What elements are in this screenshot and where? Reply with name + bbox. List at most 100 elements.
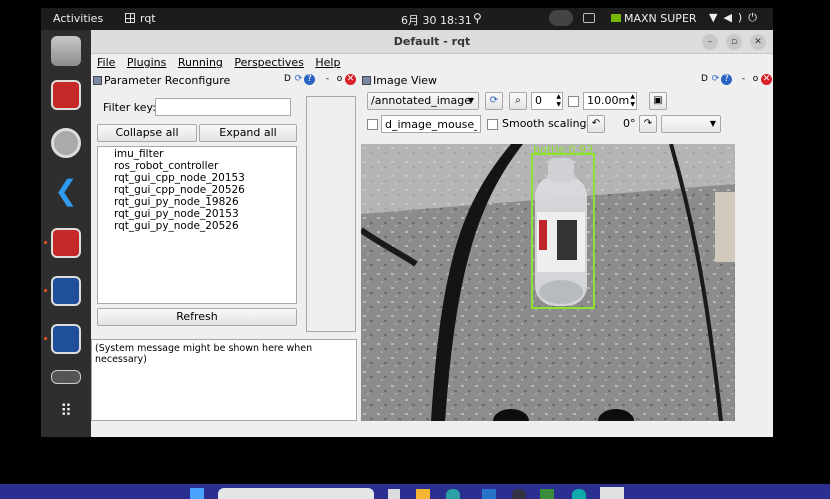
rqt-icon[interactable] bbox=[51, 80, 81, 110]
settings-icon[interactable] bbox=[51, 128, 81, 158]
app-menu-label: rqt bbox=[140, 12, 156, 25]
time-value: 10.00m bbox=[587, 94, 630, 107]
window-titlebar[interactable]: Default - rqt – ▫ ✕ bbox=[91, 30, 773, 54]
menu-plugins[interactable]: Plugins bbox=[127, 56, 166, 69]
list-item[interactable]: rqt_gui_py_node_20153 bbox=[98, 208, 296, 220]
smooth-scaling-checkbox[interactable] bbox=[487, 119, 498, 130]
list-item[interactable]: rqt_gui_py_node_20526 bbox=[98, 220, 296, 232]
menu-bar: File Plugins Running Perspectives Help bbox=[91, 54, 773, 74]
image-pane-header: Image View D ⟳ ? - o ✕ bbox=[361, 74, 773, 88]
app-icon[interactable] bbox=[512, 489, 526, 499]
running-indicator bbox=[44, 337, 47, 340]
windows-start-icon[interactable] bbox=[190, 488, 204, 499]
reload-icon[interactable]: ⟳ bbox=[293, 74, 304, 85]
clock[interactable]: 6月 30 18:31 bbox=[401, 12, 472, 28]
zoom-value: 0 bbox=[535, 94, 542, 107]
app-icon[interactable] bbox=[572, 489, 586, 499]
list-item[interactable]: rqt_gui_cpp_node_20153 bbox=[98, 172, 296, 184]
dock-toggle-icon[interactable]: D bbox=[699, 74, 710, 85]
app-icon-active[interactable] bbox=[600, 487, 624, 499]
dock-toggle-icon[interactable]: D bbox=[282, 74, 293, 85]
expand-all-button[interactable]: Expand all bbox=[199, 124, 297, 142]
refresh-topics-button[interactable]: ⟳ bbox=[485, 92, 503, 110]
plugin-icon bbox=[93, 76, 102, 85]
app-icon-1[interactable] bbox=[51, 276, 81, 306]
publish-click-checkbox[interactable] bbox=[367, 119, 378, 130]
desktop: Activities rqt 6月 30 18:31 ⚲ MAXN SUPER … bbox=[0, 0, 830, 499]
search-input[interactable] bbox=[218, 488, 374, 499]
list-item[interactable]: ros_robot_controller bbox=[98, 160, 296, 172]
edge-icon[interactable] bbox=[446, 489, 460, 499]
help-icon[interactable]: ? bbox=[304, 74, 315, 85]
time-checkbox[interactable] bbox=[568, 96, 579, 107]
file-explorer-icon[interactable] bbox=[416, 489, 430, 499]
minimize-button[interactable]: – bbox=[702, 34, 718, 50]
minimize-pane-icon[interactable]: - bbox=[322, 74, 333, 85]
reload-icon[interactable]: ⟳ bbox=[710, 74, 721, 85]
color-scheme-select[interactable]: ▼ bbox=[661, 115, 721, 133]
dock: ❮ ⠿ bbox=[41, 30, 91, 437]
help-icon[interactable]: ? bbox=[721, 74, 732, 85]
list-item[interactable]: imu_filter bbox=[98, 148, 296, 160]
menu-file[interactable]: File bbox=[97, 56, 115, 69]
gnome-top-bar: Activities rqt 6月 30 18:31 ⚲ MAXN SUPER … bbox=[41, 8, 773, 30]
system-message-box: (System message might be shown here when… bbox=[91, 339, 357, 421]
menu-perspectives[interactable]: Perspectives bbox=[234, 56, 303, 69]
camera-image[interactable]: bottle 0.93 bbox=[361, 144, 735, 421]
mouse-topic-input[interactable] bbox=[381, 115, 481, 133]
time-spinbox[interactable]: 10.00m ▲ ▼ bbox=[583, 92, 637, 110]
rotation-value: 0° bbox=[623, 117, 636, 130]
node-list[interactable]: imu_filter ros_robot_controller rqt_gui_… bbox=[97, 146, 297, 304]
detection-label: bottle 0.93 bbox=[533, 144, 593, 156]
maximize-button[interactable]: ▫ bbox=[726, 34, 742, 50]
app-icon[interactable] bbox=[540, 489, 554, 499]
filter-key-input[interactable] bbox=[155, 98, 291, 116]
nvidia-power-mode[interactable]: MAXN SUPER bbox=[611, 12, 697, 25]
input-method-icon[interactable] bbox=[549, 10, 573, 26]
close-pane-icon[interactable]: ✕ bbox=[345, 74, 356, 85]
spin-arrows-icon[interactable]: ▲ ▼ bbox=[630, 93, 635, 109]
vscode-icon[interactable]: ❮ bbox=[51, 176, 81, 206]
menu-help[interactable]: Help bbox=[315, 56, 340, 69]
system-tray-icons[interactable]: ▼◀)⏻ bbox=[709, 11, 763, 25]
app-icon[interactable] bbox=[482, 489, 496, 499]
bottle bbox=[535, 158, 587, 306]
host-taskbar bbox=[0, 484, 830, 499]
taskview-icon[interactable] bbox=[388, 489, 400, 499]
float-pane-icon[interactable]: o bbox=[334, 74, 345, 85]
close-pane-icon[interactable]: ✕ bbox=[761, 74, 772, 85]
app-menu[interactable]: rqt bbox=[125, 12, 156, 25]
activities-button[interactable]: Activities bbox=[53, 12, 103, 25]
filter-key-label: Filter key: bbox=[103, 101, 156, 114]
rotate-left-button[interactable]: ↶ bbox=[587, 115, 605, 133]
save-image-button[interactable]: ▣ bbox=[649, 92, 667, 110]
files-icon[interactable] bbox=[51, 36, 81, 66]
chevron-down-icon: ▼ bbox=[467, 96, 474, 105]
parameter-reconfigure-pane: Parameter Reconfigure D ⟳ ? - o ✕ Filter… bbox=[91, 74, 357, 437]
float-pane-icon[interactable]: o bbox=[750, 74, 761, 85]
zoom-icon[interactable]: ⌕ bbox=[509, 92, 527, 110]
pin-icon[interactable]: ⚲ bbox=[473, 11, 482, 25]
rotate-right-button[interactable]: ↷ bbox=[639, 115, 657, 133]
topic-select[interactable]: /annotated_image ▼ bbox=[367, 92, 479, 110]
running-indicator bbox=[44, 289, 47, 292]
list-item[interactable]: rqt_gui_cpp_node_20526 bbox=[98, 184, 296, 196]
spin-arrows-icon[interactable]: ▲ ▼ bbox=[556, 93, 561, 109]
power-mode-label: MAXN SUPER bbox=[624, 12, 697, 25]
nvidia-logo-icon bbox=[611, 14, 621, 22]
app-icon-2[interactable] bbox=[51, 324, 81, 354]
show-apps-icon[interactable]: ⠿ bbox=[51, 396, 81, 426]
menu-running[interactable]: Running bbox=[178, 56, 223, 69]
list-item[interactable]: rqt_gui_py_node_19826 bbox=[98, 196, 296, 208]
image-pane-title: Image View bbox=[373, 74, 438, 87]
screen-icon[interactable] bbox=[583, 13, 595, 23]
refresh-button[interactable]: Refresh bbox=[97, 308, 297, 326]
param-pane-header: Parameter Reconfigure D ⟳ ? - o ✕ bbox=[91, 74, 357, 88]
collapse-all-button[interactable]: Collapse all bbox=[97, 124, 197, 142]
rqt-running-icon[interactable] bbox=[51, 228, 81, 258]
terminal-icon[interactable] bbox=[51, 370, 81, 384]
camera-scene: bottle 0.93 bbox=[361, 144, 735, 421]
minimize-pane-icon[interactable]: - bbox=[738, 74, 749, 85]
zoom-spinbox[interactable]: 0 ▲ ▼ bbox=[531, 92, 563, 110]
close-button[interactable]: ✕ bbox=[750, 34, 766, 50]
